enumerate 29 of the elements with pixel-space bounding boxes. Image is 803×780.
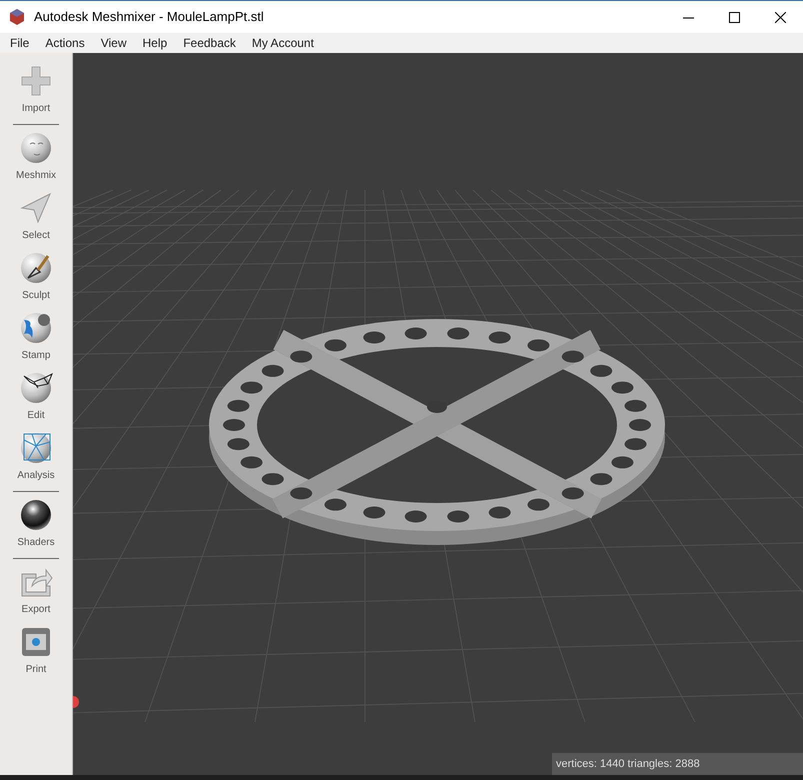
tool-button[interactable]: Analysis xyxy=(6,428,66,488)
menu-item[interactable]: Actions xyxy=(37,34,93,52)
3d-viewport[interactable]: vertices: 1440 triangles: 2888 xyxy=(73,53,803,775)
brush-sphere-icon xyxy=(18,250,54,286)
tool-button[interactable]: Edit xyxy=(6,368,66,428)
menu-item[interactable]: Feedback xyxy=(175,34,244,52)
menu-item[interactable]: File xyxy=(2,34,38,52)
face-sphere-icon xyxy=(18,130,54,166)
tool-button[interactable]: Select xyxy=(6,188,66,248)
tool-button[interactable]: Print xyxy=(6,622,66,682)
stamp-icon xyxy=(18,310,54,346)
tool-button[interactable]: Stamp xyxy=(6,308,66,368)
tool-button[interactable]: Import xyxy=(6,61,66,121)
wireframe-sphere-icon xyxy=(18,370,54,406)
window-title: Autodesk Meshmixer - MouleLampPt.stl xyxy=(34,8,264,26)
app-logo-icon xyxy=(8,8,26,26)
tool-button[interactable]: Meshmix xyxy=(6,128,66,188)
chrome-sphere-icon xyxy=(18,497,54,533)
menu-item[interactable]: View xyxy=(92,34,134,52)
tool-button[interactable]: Export xyxy=(6,562,66,622)
status-bar: vertices: 1440 triangles: 2888 xyxy=(552,753,803,775)
maximize-icon xyxy=(728,12,740,22)
close-icon xyxy=(774,12,786,22)
pointer-arrow-icon xyxy=(18,190,54,226)
tool-button[interactable]: Shaders xyxy=(6,495,66,555)
menu-item[interactable]: My Account xyxy=(244,34,322,52)
tool-button[interactable]: Sculpt xyxy=(6,248,66,308)
network-sphere-icon xyxy=(18,430,54,466)
menu-item[interactable]: Help xyxy=(134,34,176,52)
